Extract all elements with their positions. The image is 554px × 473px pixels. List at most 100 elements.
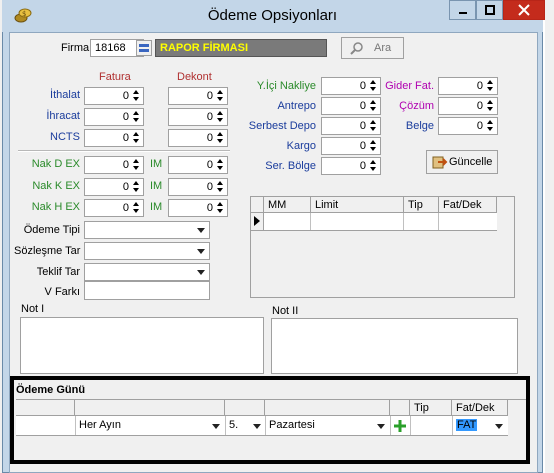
spin-arrows-icon[interactable] xyxy=(486,119,495,133)
not1-textarea[interactable] xyxy=(20,317,264,374)
ihracat-dekont-spinner[interactable]: 0 xyxy=(168,108,228,126)
kargo-spinner[interactable]: 0 xyxy=(321,137,381,155)
cozum-spinner[interactable]: 0 xyxy=(438,97,498,115)
belge-spinner[interactable]: 0 xyxy=(438,117,498,135)
ithalat-dekont-spinner[interactable]: 0 xyxy=(168,87,228,105)
not2-textarea[interactable] xyxy=(271,318,518,374)
odeme-tipi-select[interactable] xyxy=(84,221,210,239)
dropdown-arrow-icon xyxy=(495,424,503,429)
gider-fat-label: Gider Fat. xyxy=(385,80,434,92)
og-header-2 xyxy=(75,400,225,416)
period-select[interactable]: Her Ayın xyxy=(76,417,224,435)
spin-arrows-icon[interactable] xyxy=(216,201,225,215)
ser-bolge-value: 0 xyxy=(359,160,366,172)
search-button[interactable]: Ara xyxy=(341,37,404,59)
spin-arrows-icon[interactable] xyxy=(132,201,141,215)
not1-label: Not I xyxy=(21,303,45,315)
minimize-button[interactable] xyxy=(449,0,476,20)
maximize-button[interactable] xyxy=(476,0,503,20)
nak-d-ex-value: 0 xyxy=(122,159,129,171)
spin-arrows-icon[interactable] xyxy=(216,89,225,103)
v-farki-field[interactable] xyxy=(84,281,210,300)
kargo-value: 0 xyxy=(359,140,366,152)
day-select[interactable]: 5. xyxy=(226,417,264,435)
og-header-1 xyxy=(16,400,75,416)
teklif-tar-label: Teklif Tar xyxy=(36,266,80,278)
maximize-icon xyxy=(484,5,495,15)
limit-grid[interactable]: MM Limit Tip Fat/Dek xyxy=(250,196,515,298)
spin-arrows-icon[interactable] xyxy=(369,139,378,153)
yici-nakliye-label: Y.İçi Nakliye xyxy=(256,80,316,92)
nak-h-im-value: 0 xyxy=(206,202,213,214)
odeme-gunu-grid[interactable]: Tip Fat/Dek Her Ayın 5. Pazartesi FAT xyxy=(16,400,526,452)
close-button[interactable] xyxy=(503,0,545,20)
spin-arrows-icon[interactable] xyxy=(132,158,141,172)
grid-header-fatdek: Fat/Dek xyxy=(439,197,497,213)
ncts-fatura-value: 0 xyxy=(122,132,129,144)
sozlesme-tar-select[interactable] xyxy=(84,242,210,260)
nak-k-ex-spinner[interactable]: 0 xyxy=(84,178,144,196)
spin-arrows-icon[interactable] xyxy=(216,110,225,124)
weekday-select[interactable]: Pazartesi xyxy=(266,417,389,435)
search-label: Ara xyxy=(374,42,392,54)
period-value: Her Ayın xyxy=(79,419,121,431)
teklif-tar-select[interactable] xyxy=(84,263,210,281)
nak-k-im-spinner[interactable]: 0 xyxy=(168,178,228,196)
add-row-button[interactable] xyxy=(392,418,408,434)
spin-arrows-icon[interactable] xyxy=(486,79,495,93)
spin-arrows-icon[interactable] xyxy=(486,99,495,113)
firma-lookup-button[interactable] xyxy=(136,40,152,56)
ser-bolge-spinner[interactable]: 0 xyxy=(321,157,381,175)
belge-value: 0 xyxy=(476,120,483,132)
gider-fat-spinner[interactable]: 0 xyxy=(438,77,498,95)
antrepo-spinner[interactable]: 0 xyxy=(321,97,381,115)
yici-nakliye-spinner[interactable]: 0 xyxy=(321,77,381,95)
nak-h-im-spinner[interactable]: 0 xyxy=(168,199,228,217)
spin-arrows-icon[interactable] xyxy=(216,158,225,172)
ithalat-fatura-value: 0 xyxy=(122,90,129,102)
nak-k-im-value: 0 xyxy=(206,181,213,193)
og-header-5 xyxy=(390,400,410,416)
spin-arrows-icon[interactable] xyxy=(216,180,225,194)
minimize-icon xyxy=(458,12,467,14)
nak-d-im-value: 0 xyxy=(206,159,213,171)
nak-d-ex-spinner[interactable]: 0 xyxy=(84,156,144,174)
dropdown-arrow-icon xyxy=(197,270,205,275)
spin-arrows-icon[interactable] xyxy=(369,159,378,173)
grid-row[interactable] xyxy=(264,213,497,231)
ncts-fatura-spinner[interactable]: 0 xyxy=(84,129,144,147)
nak-h-ex-value: 0 xyxy=(122,202,129,214)
ncts-dekont-spinner[interactable]: 0 xyxy=(168,129,228,147)
odeme-tipi-label: Ödeme Tipi xyxy=(23,224,80,236)
spin-arrows-icon[interactable] xyxy=(132,180,141,194)
not2-label: Not II xyxy=(272,305,299,317)
og-header-4 xyxy=(265,400,390,416)
tip-cell[interactable] xyxy=(411,417,451,435)
spin-arrows-icon[interactable] xyxy=(132,89,141,103)
guncelle-label: Güncelle xyxy=(449,156,493,168)
serbest-depo-label: Serbest Depo xyxy=(248,120,316,132)
nak-k-im-label: IM xyxy=(150,180,163,192)
ihracat-fatura-spinner[interactable]: 0 xyxy=(84,108,144,126)
og-header-3 xyxy=(225,400,265,416)
dropdown-arrow-icon xyxy=(197,228,205,233)
list-icon xyxy=(139,44,149,52)
guncelle-button[interactable]: Güncelle xyxy=(426,150,498,174)
nak-h-ex-spinner[interactable]: 0 xyxy=(84,199,144,217)
nak-d-im-spinner[interactable]: 0 xyxy=(168,156,228,174)
cozum-label: Çözüm xyxy=(399,100,434,112)
ithalat-fatura-spinner[interactable]: 0 xyxy=(84,87,144,105)
firma-name-value: RAPOR FİRMASI xyxy=(160,42,248,54)
ser-bolge-label: Ser. Bölge xyxy=(265,160,316,172)
serbest-depo-spinner[interactable]: 0 xyxy=(321,117,381,135)
spin-arrows-icon[interactable] xyxy=(216,131,225,145)
dropdown-arrow-icon xyxy=(212,424,220,429)
odeme-gunu-row[interactable]: Her Ayın 5. Pazartesi FAT xyxy=(16,416,508,436)
spin-arrows-icon[interactable] xyxy=(132,110,141,124)
fatura-header: Fatura xyxy=(99,71,131,83)
og-header-fatdek: Fat/Dek xyxy=(452,400,508,416)
spin-arrows-icon[interactable] xyxy=(132,131,141,145)
nak-k-ex-label: Nak K EX xyxy=(32,180,80,192)
nak-d-im-label: IM xyxy=(150,158,163,170)
fatdek-select[interactable]: FAT xyxy=(453,417,507,435)
